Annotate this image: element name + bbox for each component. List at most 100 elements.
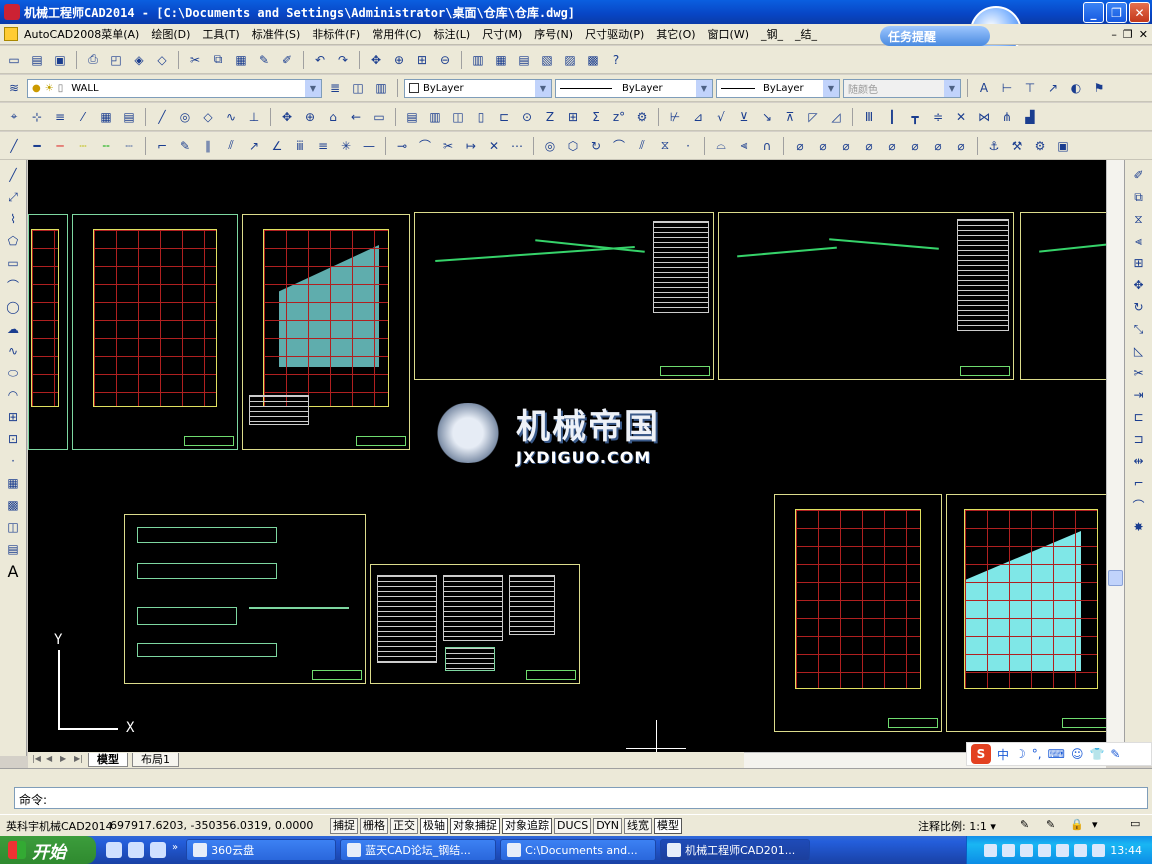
ducs-toggle[interactable]: DUCS xyxy=(554,817,592,834)
annotation-scale[interactable]: 注释比例: 1:1 ▾ xyxy=(918,818,996,834)
truss-icon[interactable]: ⋈ xyxy=(974,107,994,127)
sogou-logo-icon[interactable]: S xyxy=(971,744,991,764)
moon-icon[interactable]: ☽ xyxy=(1015,747,1026,761)
circle-draw-icon[interactable]: ◯ xyxy=(3,298,23,316)
revision-cloud-icon[interactable]: ☁ xyxy=(3,320,23,338)
back-arrow-icon[interactable] xyxy=(1002,843,1016,857)
prev-tab-icon[interactable]: ◀ xyxy=(46,754,56,766)
auto-scale-icon[interactable]: ✎ xyxy=(1046,818,1055,831)
scrollbar-thumb[interactable] xyxy=(1108,570,1123,586)
ortho-toggle[interactable]: 正交 xyxy=(390,817,418,834)
weld-symbol-icon[interactable]: ⊿ xyxy=(688,107,708,127)
grid-pattern-icon[interactable]: ⊞ xyxy=(563,107,583,127)
otrack-toggle[interactable]: 对象追踪 xyxy=(502,817,552,834)
snap-tangent-icon[interactable]: ∿ xyxy=(221,107,241,127)
fit-tolerance-icon[interactable]: ⊬ xyxy=(665,107,685,127)
red-line-icon[interactable]: ─ xyxy=(50,136,70,156)
next-tab-icon[interactable]: ▶ xyxy=(60,754,70,766)
snap-endpoint-icon[interactable]: ╱ xyxy=(152,107,172,127)
grid-toggle[interactable]: 栅格 xyxy=(360,817,388,834)
ime-language-label[interactable]: 中 xyxy=(997,746,1009,763)
weld-icon[interactable]: ⚙ xyxy=(1030,136,1050,156)
layer-states-icon[interactable]: ▥ xyxy=(371,78,391,98)
spline-icon[interactable]: ∿ xyxy=(3,342,23,360)
line-draw-icon[interactable]: ╱ xyxy=(3,166,23,184)
centerline-icon[interactable]: ⊕ xyxy=(300,107,320,127)
publish-icon[interactable]: ◈ xyxy=(129,50,149,70)
insert-block-icon[interactable]: ⊞ xyxy=(3,408,23,426)
first-tab-icon[interactable]: |◀ xyxy=(32,754,42,766)
menu-other[interactable]: 其它(O) xyxy=(650,26,701,42)
menu-dimension[interactable]: 尺寸(M) xyxy=(476,26,528,42)
make-block-icon[interactable]: ⊡ xyxy=(3,430,23,448)
undo-icon[interactable]: ↶ xyxy=(310,50,330,70)
wrench-icon[interactable]: ✎ xyxy=(1110,747,1120,761)
settings-icon[interactable]: ◐ xyxy=(1066,78,1086,98)
taskbar-item-explorer[interactable]: C:\Documents and... xyxy=(500,839,657,861)
purlin-icon[interactable]: ≑ xyxy=(928,107,948,127)
slash-icon[interactable]: ⁄ xyxy=(73,107,93,127)
skin-icon[interactable]: 👕 xyxy=(1089,747,1104,761)
open-file-icon[interactable]: ▤ xyxy=(27,50,47,70)
snap-center-icon[interactable]: ◎ xyxy=(175,107,195,127)
zoom-realtime-icon[interactable]: ⊕ xyxy=(389,50,409,70)
hatch-draw-icon[interactable]: ▦ xyxy=(3,474,23,492)
rotate-object-icon[interactable]: ↻ xyxy=(1129,298,1149,316)
drawing-canvas[interactable]: 机械帝国 JXDIGUO.COM Y X xyxy=(28,160,1106,752)
cross-section-icon[interactable]: ⊼ xyxy=(780,107,800,127)
copy-icon[interactable]: ⧉ xyxy=(208,50,228,70)
construction-line-icon[interactable]: ⤢ xyxy=(3,188,23,206)
parallel-icon[interactable]: ≡ xyxy=(50,107,70,127)
table-icon[interactable]: ▤ xyxy=(3,540,23,558)
user-icon[interactable]: ☺ xyxy=(1071,747,1084,761)
security-icon[interactable] xyxy=(1056,843,1070,857)
gear-icon[interactable]: ⚙ xyxy=(632,107,652,127)
taskbar-item-cad[interactable]: 机械工程师CAD201... xyxy=(660,839,811,861)
punctuation-icon[interactable]: °, xyxy=(1032,747,1042,761)
search-icon[interactable] xyxy=(128,842,144,858)
line-icon[interactable]: ╱ xyxy=(4,136,24,156)
more-chevron-icon[interactable]: » xyxy=(172,842,178,858)
bom-icon[interactable]: ▥ xyxy=(425,107,445,127)
diameter-2-icon[interactable]: ⌀ xyxy=(813,136,833,156)
menu-annotate[interactable]: 标注(L) xyxy=(427,26,476,42)
array-icon[interactable]: ⊞ xyxy=(1129,254,1149,272)
detail-icon[interactable]: ◫ xyxy=(448,107,468,127)
properties-icon[interactable]: ▥ xyxy=(468,50,488,70)
circle-icon[interactable]: ◎ xyxy=(540,136,560,156)
lineweight-dropdown[interactable]: ByLayer ▼ xyxy=(716,78,840,98)
section-icon[interactable]: ⊏ xyxy=(494,107,514,127)
restore-button[interactable]: ❐ xyxy=(1106,2,1127,23)
help-icon[interactable]: ? xyxy=(606,50,626,70)
menu-dimension-driven[interactable]: 尺寸驱动(P) xyxy=(579,26,650,42)
arc-link-icon[interactable]: ⌒ xyxy=(415,136,435,156)
center-line-icon[interactable]: ╌ xyxy=(96,136,116,156)
join-icon[interactable]: ⋯ xyxy=(507,136,527,156)
move-icon[interactable]: ✥ xyxy=(277,107,297,127)
make-current-layer-icon[interactable]: ≣ xyxy=(325,78,345,98)
diameter-5-icon[interactable]: ⌀ xyxy=(882,136,902,156)
linetype-dropdown[interactable]: ByLayer ▼ xyxy=(555,78,713,98)
column-icon[interactable]: ┃ xyxy=(882,107,902,127)
arrow-line-icon[interactable]: ↗ xyxy=(244,136,264,156)
tab-model[interactable]: 模型 xyxy=(88,753,128,767)
polyline-icon[interactable]: ⌇ xyxy=(3,210,23,228)
trim-icon[interactable]: ✂ xyxy=(438,136,458,156)
polygon-icon[interactable]: ⬡ xyxy=(563,136,583,156)
close-button[interactable]: ✕ xyxy=(1129,2,1150,23)
z0-icon[interactable]: z° xyxy=(609,107,629,127)
coordinates-readout[interactable]: 697917.6203, -350356.0319, 0.0000 xyxy=(110,819,330,832)
im-icon[interactable] xyxy=(1074,843,1088,857)
corner-icon[interactable]: ⌐ xyxy=(152,136,172,156)
print-icon[interactable]: ⎙ xyxy=(83,50,103,70)
pan-icon[interactable]: ✥ xyxy=(366,50,386,70)
match-properties-icon[interactable]: ✎ xyxy=(254,50,274,70)
save-icon[interactable]: ▣ xyxy=(50,50,70,70)
zoom-previous-icon[interactable]: ⊖ xyxy=(435,50,455,70)
snap-quadrant-icon[interactable]: ◇ xyxy=(198,107,218,127)
roughness-icon[interactable]: √ xyxy=(711,107,731,127)
command-input[interactable]: 命令: xyxy=(14,787,1148,809)
z-icon[interactable]: Z xyxy=(540,107,560,127)
comb-icon[interactable]: ⅲ xyxy=(290,136,310,156)
vertical-scrollbar[interactable] xyxy=(1106,160,1124,752)
